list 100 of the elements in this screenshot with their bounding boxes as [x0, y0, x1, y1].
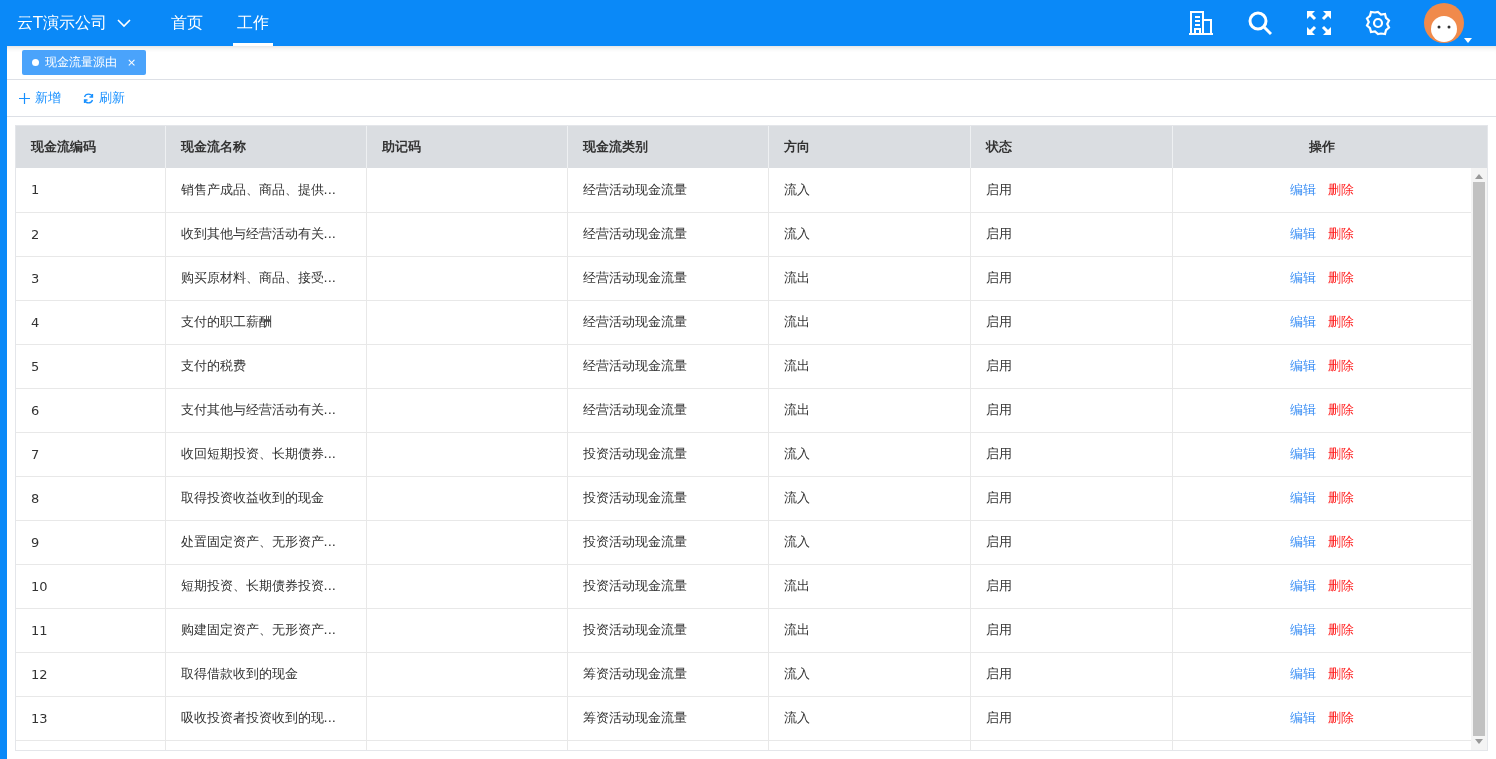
- table-cell: 支付的职工薪酬: [165, 300, 366, 344]
- table-cell: 流出: [768, 300, 970, 344]
- table-cell: 流出: [768, 256, 970, 300]
- edit-link[interactable]: 编辑: [1289, 402, 1316, 417]
- table-cell: 流出: [768, 344, 970, 388]
- column-header: 现金流类别: [567, 126, 768, 168]
- delete-link[interactable]: 删除: [1327, 666, 1354, 681]
- table-cell: 流入: [768, 696, 970, 740]
- delete-link[interactable]: 删除: [1327, 446, 1354, 461]
- table-cell: 3: [16, 256, 165, 300]
- avatar-icon[interactable]: [1424, 3, 1464, 43]
- delete-link[interactable]: 删除: [1327, 358, 1354, 373]
- edit-link[interactable]: 编辑: [1289, 534, 1316, 549]
- delete-link[interactable]: 删除: [1327, 490, 1354, 505]
- table-cell: 启用: [970, 520, 1172, 564]
- table-cell: 流出: [768, 388, 970, 432]
- search-icon[interactable]: [1247, 10, 1273, 36]
- table-cell: 短期投资、长期债券投资...: [165, 564, 366, 608]
- caret-down-icon[interactable]: [1464, 38, 1472, 43]
- table-cell: 取得借款收到的现金: [165, 652, 366, 696]
- table-cell: 投资活动现金流量: [567, 520, 768, 564]
- edit-link[interactable]: 编辑: [1289, 710, 1316, 725]
- table-cell: 启用: [970, 432, 1172, 476]
- delete-link[interactable]: 删除: [1327, 402, 1354, 417]
- refresh-button[interactable]: 刷新: [83, 89, 125, 107]
- table-cell: 启用: [970, 344, 1172, 388]
- table-cell: 投资活动现金流量: [567, 564, 768, 608]
- delete-link[interactable]: 删除: [1327, 534, 1354, 549]
- page-tab[interactable]: 现金流量源由 ×: [22, 50, 147, 75]
- table-cell: 流入: [768, 212, 970, 256]
- table-cell: 筹资活动现金流量: [567, 652, 768, 696]
- scroll-down-icon[interactable]: [1475, 739, 1483, 744]
- fullscreen-icon[interactable]: [1306, 10, 1332, 36]
- table-cell: 购建固定资产、无形资产...: [165, 608, 366, 652]
- table-cell: 筹资活动现金流量: [567, 696, 768, 740]
- table-cell: 吸收投资者投资收到的现...: [165, 696, 366, 740]
- scroll-up-icon[interactable]: [1475, 174, 1483, 179]
- table-cell: 流入: [768, 520, 970, 564]
- table-cell: 购买原材料、商品、接受...: [165, 256, 366, 300]
- building-icon[interactable]: [1188, 10, 1214, 36]
- table-cell: 2: [16, 212, 165, 256]
- table-cell: 9: [16, 520, 165, 564]
- table-cell: 7: [16, 432, 165, 476]
- table-cell: 流入: [768, 168, 970, 212]
- edit-link[interactable]: 编辑: [1289, 578, 1316, 593]
- add-button[interactable]: 新增: [19, 89, 61, 107]
- table-cell: 经营活动现金流量: [567, 344, 768, 388]
- edit-link[interactable]: 编辑: [1289, 446, 1316, 461]
- table-cell: 13: [16, 696, 165, 740]
- table-cell: 12: [16, 652, 165, 696]
- edit-link[interactable]: 编辑: [1289, 270, 1316, 285]
- table-cell: 经营活动现金流量: [567, 256, 768, 300]
- delete-link[interactable]: 删除: [1327, 578, 1354, 593]
- table-cell: 经营活动现金流量: [567, 212, 768, 256]
- delete-link[interactable]: 删除: [1327, 226, 1354, 241]
- edit-link[interactable]: 编辑: [1289, 666, 1316, 681]
- edit-link[interactable]: 编辑: [1289, 226, 1316, 241]
- edit-link[interactable]: 编辑: [1289, 181, 1316, 197]
- table-cell: 启用: [970, 212, 1172, 256]
- table-cell: 1: [16, 168, 165, 212]
- table-cell: 启用: [970, 652, 1172, 696]
- delete-link[interactable]: 删除: [1327, 181, 1354, 197]
- delete-link[interactable]: 删除: [1327, 622, 1354, 637]
- delete-link[interactable]: 删除: [1327, 270, 1354, 285]
- table-cell: 启用: [970, 300, 1172, 344]
- table-cell: 启用: [970, 608, 1172, 652]
- scrollbar[interactable]: [1471, 126, 1487, 750]
- table-cell: 10: [16, 564, 165, 608]
- table-cell: 11: [16, 608, 165, 652]
- delete-link[interactable]: 删除: [1327, 710, 1354, 725]
- column-header: 操作: [1172, 126, 1472, 168]
- nav-tab[interactable]: 首页: [166, 0, 207, 46]
- table-cell: 经营活动现金流量: [567, 168, 768, 212]
- table-cell: 6: [16, 388, 165, 432]
- table-cell: 投资活动现金流量: [567, 608, 768, 652]
- column-header: 状态: [970, 126, 1172, 168]
- table-cell: 4: [16, 300, 165, 344]
- edit-link[interactable]: 编辑: [1289, 490, 1316, 505]
- nav-tab[interactable]: 工作: [232, 0, 273, 46]
- company-selector[interactable]: 云T演示公司: [17, 12, 107, 34]
- column-header: 现金流编码: [16, 126, 165, 168]
- table-cell: 支付的税费: [165, 344, 366, 388]
- table-cell: 处置固定资产、无形资产...: [165, 520, 366, 564]
- edit-link[interactable]: 编辑: [1289, 358, 1316, 373]
- table-cell: 5: [16, 344, 165, 388]
- table-cell: 流出: [768, 608, 970, 652]
- column-header: 助记码: [366, 126, 567, 168]
- table-cell: 流入: [768, 432, 970, 476]
- delete-link[interactable]: 删除: [1327, 314, 1354, 329]
- edit-link[interactable]: 编辑: [1289, 314, 1316, 329]
- table-cell: 经营活动现金流量: [567, 300, 768, 344]
- table-cell: 投资活动现金流量: [567, 432, 768, 476]
- table-cell: 收到其他与经营活动有关...: [165, 212, 366, 256]
- edit-link[interactable]: 编辑: [1289, 622, 1316, 637]
- column-header: 现金流名称: [165, 126, 366, 168]
- table-cell: 启用: [970, 476, 1172, 520]
- table-cell: 经营活动现金流量: [567, 388, 768, 432]
- chevron-down-icon[interactable]: [116, 18, 131, 28]
- settings-icon[interactable]: [1365, 10, 1391, 36]
- table-cell: 支付其他与经营活动有关...: [165, 388, 366, 432]
